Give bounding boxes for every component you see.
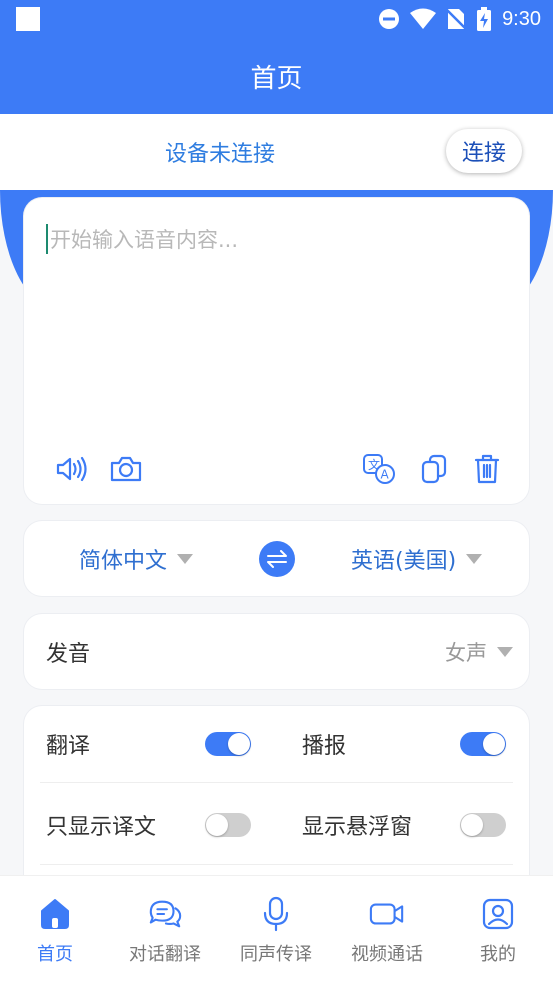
no-sim-icon bbox=[446, 8, 467, 30]
translate-label: 翻译 bbox=[46, 734, 91, 759]
input-card: 开始输入语音内容... 文 A bbox=[24, 198, 529, 504]
swap-languages-button[interactable] bbox=[259, 541, 295, 577]
dropdown-arrow-icon bbox=[466, 553, 483, 564]
voice-card: 发音 女声 bbox=[24, 614, 529, 689]
broadcast-toggle[interactable] bbox=[460, 732, 506, 756]
bottom-navigation: 首页 对话翻译 同声传译 视频通话 我的 bbox=[0, 875, 553, 983]
nav-item-video-call[interactable]: 视频通话 bbox=[332, 876, 442, 983]
toggle-knob bbox=[483, 733, 505, 755]
notification-icon bbox=[16, 7, 40, 31]
nav-item-home[interactable]: 首页 bbox=[0, 876, 110, 983]
divider bbox=[40, 782, 513, 783]
nav-label-dialogue-translation: 对话翻译 bbox=[129, 944, 201, 965]
toggle-knob bbox=[461, 814, 483, 836]
svg-text:A: A bbox=[381, 468, 390, 482]
floating-window-label: 显示悬浮窗 bbox=[302, 815, 413, 840]
nav-label-simultaneous-interpretation: 同声传译 bbox=[240, 944, 312, 965]
target-language-select[interactable]: 英语(美国) bbox=[351, 521, 483, 596]
camera-icon[interactable] bbox=[109, 452, 143, 486]
dropdown-arrow-icon bbox=[497, 646, 513, 657]
copy-icon[interactable] bbox=[417, 452, 451, 486]
voice-select[interactable]: 女声 bbox=[445, 614, 513, 689]
divider bbox=[40, 864, 513, 865]
connect-button[interactable]: 连接 bbox=[446, 129, 522, 173]
nav-item-simultaneous-interpretation[interactable]: 同声传译 bbox=[221, 876, 331, 983]
status-icons: 9:30 bbox=[378, 7, 541, 31]
voice-value: 女声 bbox=[445, 640, 487, 665]
do-not-disturb-icon bbox=[379, 9, 400, 29]
text-cursor bbox=[46, 224, 48, 254]
microphone-icon bbox=[258, 896, 294, 932]
dropdown-arrow-icon bbox=[177, 553, 194, 564]
page-title: 首页 bbox=[250, 63, 303, 94]
nav-label-profile: 我的 bbox=[480, 944, 516, 965]
toggle-knob bbox=[228, 733, 250, 755]
floating-window-toggle[interactable] bbox=[460, 813, 506, 837]
translate-toggle[interactable] bbox=[205, 732, 251, 756]
speaker-icon[interactable] bbox=[54, 452, 88, 486]
home-icon bbox=[37, 896, 73, 932]
battery-charging-icon bbox=[477, 7, 492, 31]
broadcast-label: 播报 bbox=[302, 734, 347, 759]
video-icon bbox=[369, 896, 405, 932]
only-translation-label: 只显示译文 bbox=[46, 815, 157, 840]
connection-status: 设备未连接 bbox=[164, 142, 275, 167]
chat-icon bbox=[147, 896, 183, 932]
language-card: 简体中文 英语(美国) bbox=[24, 521, 529, 596]
app-bar: 首页 bbox=[0, 38, 553, 114]
source-language-select[interactable]: 简体中文 bbox=[79, 521, 194, 596]
speech-input[interactable]: 开始输入语音内容... bbox=[46, 224, 238, 254]
nav-label-home: 首页 bbox=[37, 944, 73, 965]
profile-icon bbox=[480, 896, 516, 932]
speech-input-placeholder: 开始输入语音内容... bbox=[50, 228, 239, 252]
target-language-label: 英语(美国) bbox=[351, 548, 457, 574]
source-language-label: 简体中文 bbox=[79, 548, 168, 574]
trash-icon[interactable] bbox=[470, 452, 504, 486]
nav-item-profile[interactable]: 我的 bbox=[443, 876, 553, 983]
swap-icon bbox=[267, 550, 287, 568]
nav-label-video-call: 视频通话 bbox=[351, 944, 423, 965]
translate-icon[interactable]: 文 A bbox=[362, 452, 396, 486]
status-bar: 9:30 bbox=[0, 0, 553, 38]
voice-label: 发音 bbox=[46, 641, 91, 667]
toggle-knob bbox=[206, 814, 228, 836]
clock: 9:30 bbox=[502, 7, 541, 30]
wifi-icon bbox=[410, 8, 437, 29]
nav-item-dialogue-translation[interactable]: 对话翻译 bbox=[110, 876, 220, 983]
only-translation-toggle[interactable] bbox=[205, 813, 251, 837]
